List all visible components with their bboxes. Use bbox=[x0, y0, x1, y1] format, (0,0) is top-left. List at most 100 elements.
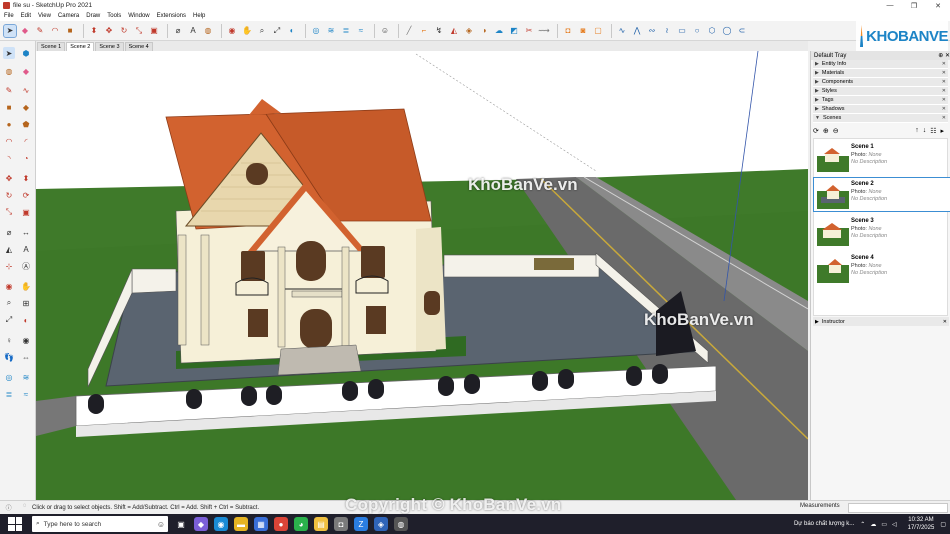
file-explorer-icon[interactable]: ▬ bbox=[234, 517, 248, 531]
zalo-icon[interactable]: ◕ bbox=[294, 517, 308, 531]
zoom-tool-icon[interactable]: ⌕ bbox=[256, 25, 268, 37]
tape-measure-tool-icon[interactable]: ⌀ bbox=[3, 226, 15, 238]
scale-tool-icon[interactable]: ⤡ bbox=[133, 25, 145, 37]
pan-tool-icon[interactable]: ✋ bbox=[20, 280, 32, 292]
menu-view[interactable]: View bbox=[38, 13, 51, 19]
tray-section-shadows[interactable]: ▶ Shadows ✕ bbox=[813, 105, 948, 114]
zoom-extents-tool-icon[interactable]: ⤢ bbox=[3, 314, 15, 326]
position-camera-tool-icon[interactable]: ♀ bbox=[3, 334, 15, 346]
menu-window[interactable]: Window bbox=[128, 13, 149, 19]
extension-warehouse-icon[interactable]: ≋ bbox=[325, 25, 337, 37]
polygon-tool-icon[interactable]: ⬟ bbox=[20, 118, 32, 130]
orbit-tool-icon[interactable]: ◉ bbox=[3, 280, 15, 292]
3d-text-tool-icon[interactable]: Ⓐ bbox=[20, 260, 32, 272]
three-point-arc-tool-icon[interactable]: ◝ bbox=[3, 152, 15, 164]
app-icon[interactable]: ◘ bbox=[334, 517, 348, 531]
protractor-tool-icon[interactable]: ◭ bbox=[3, 243, 15, 255]
rectangle-curve-icon[interactable]: ▭ bbox=[676, 25, 688, 37]
zoom-extents-tool-icon[interactable]: ⤢ bbox=[271, 25, 283, 37]
circle-curve-icon[interactable]: ○ bbox=[691, 25, 703, 37]
tray-section-components[interactable]: ▶ Components ✕ bbox=[813, 78, 948, 87]
tray-overflow-icon[interactable]: ⌃ bbox=[860, 521, 865, 528]
shape-tool-icon[interactable]: ■ bbox=[64, 25, 76, 37]
warehouse-icon[interactable]: ◎ bbox=[310, 25, 322, 37]
intersect-icon[interactable]: ✂ bbox=[523, 25, 535, 37]
eraser-tool-icon[interactable]: ◆ bbox=[19, 25, 31, 37]
back-edges-icon[interactable]: ◙ bbox=[577, 25, 589, 37]
account-icon[interactable]: ☺ bbox=[379, 25, 391, 37]
pan-tool-icon[interactable]: ✋ bbox=[241, 25, 253, 37]
windows-start-icon[interactable] bbox=[8, 517, 22, 531]
copilot-icon[interactable]: ◆ bbox=[194, 517, 208, 531]
geo-location-icon[interactable]: ◌ bbox=[23, 503, 27, 512]
two-point-arc-tool-icon[interactable]: ◜ bbox=[20, 135, 32, 147]
edge-browser-icon[interactable]: ◉ bbox=[214, 517, 228, 531]
maximize-button[interactable]: ❐ bbox=[902, 0, 926, 11]
ellipse-curve-icon[interactable]: ◯ bbox=[721, 25, 733, 37]
component-tool-icon[interactable]: ⬢ bbox=[20, 47, 32, 59]
show-details-icon[interactable]: ▸ bbox=[940, 127, 944, 135]
move-scene-up-icon[interactable]: ↑ bbox=[915, 127, 919, 134]
notification-icon[interactable]: ▢ bbox=[940, 521, 946, 528]
arc-tool-icon[interactable]: ◠ bbox=[3, 135, 15, 147]
select-tool-icon[interactable]: ➤ bbox=[3, 47, 15, 59]
styles-icon[interactable]: ◩ bbox=[508, 25, 520, 37]
misc-app-icon[interactable]: ◍ bbox=[394, 517, 408, 531]
rotated-rect-tool-icon[interactable]: ◆ bbox=[20, 101, 32, 113]
share-model-tool-icon[interactable]: ≈ bbox=[20, 388, 32, 400]
folder-icon[interactable]: ▤ bbox=[314, 517, 328, 531]
add-scene-icon[interactable]: ⊕ bbox=[823, 127, 829, 135]
cloud-icon[interactable]: ☁ bbox=[870, 521, 876, 528]
close-icon[interactable]: ✕ bbox=[942, 115, 946, 121]
task-view-icon[interactable]: ▣ bbox=[174, 517, 188, 531]
sandbox-icon[interactable]: ◭ bbox=[448, 25, 460, 37]
axes-tool-icon[interactable]: ⊹ bbox=[3, 260, 15, 272]
warehouse-tool-icon[interactable]: ◎ bbox=[3, 371, 15, 383]
tray-section-styles[interactable]: ▶ Styles ✕ bbox=[813, 87, 948, 96]
tray-section-instructor[interactable]: ▶ Instructor ✕ bbox=[813, 317, 949, 326]
fog-icon[interactable]: ☁ bbox=[493, 25, 505, 37]
3d-warehouse-share-icon[interactable]: ≈ bbox=[355, 25, 367, 37]
freehand-tool-icon[interactable]: ∿ bbox=[20, 84, 32, 96]
menu-file[interactable]: File bbox=[4, 13, 14, 19]
look-around-tool-icon[interactable]: ◉ bbox=[20, 334, 32, 346]
follow-me-tool-icon[interactable]: ⟳ bbox=[20, 189, 32, 201]
pie-tool-icon[interactable]: ◔ bbox=[20, 152, 32, 164]
arc-tool-icon[interactable]: ◠ bbox=[49, 25, 61, 37]
zalo-chat-icon[interactable]: Z bbox=[354, 517, 368, 531]
scale-tool-icon[interactable]: ⤡ bbox=[3, 206, 15, 218]
push-pull-tool-icon[interactable]: ⬍ bbox=[20, 172, 32, 184]
move-tool-icon[interactable]: ✥ bbox=[103, 25, 115, 37]
menu-tools[interactable]: Tools bbox=[107, 13, 121, 19]
close-icon[interactable]: ✕ bbox=[942, 97, 946, 103]
close-icon[interactable]: ✕ bbox=[942, 70, 946, 76]
volume-icon[interactable]: ◁ bbox=[892, 521, 897, 528]
close-icon[interactable]: ✕ bbox=[942, 79, 946, 85]
paint-bucket-tool-icon[interactable]: ◍ bbox=[3, 65, 15, 77]
tab-scene-4[interactable]: Scene 4 bbox=[124, 42, 153, 51]
measurements-input[interactable] bbox=[848, 503, 948, 513]
freehand-icon[interactable]: ≀ bbox=[661, 25, 673, 37]
tray-section-materials[interactable]: ▶ Materials ✕ bbox=[813, 69, 948, 78]
section-display-icon[interactable]: ⌐ bbox=[418, 25, 430, 37]
menu-draw[interactable]: Draw bbox=[86, 13, 100, 19]
menu-help[interactable]: Help bbox=[193, 13, 205, 19]
tab-scene-1[interactable]: Scene 1 bbox=[37, 42, 66, 51]
section-plane-tool-icon[interactable]: ⇔ bbox=[20, 351, 32, 363]
spline-icon[interactable]: ∾ bbox=[646, 25, 658, 37]
close-icon[interactable]: ✕ bbox=[942, 106, 946, 112]
paint-bucket-tool-icon[interactable]: ◍ bbox=[202, 25, 214, 37]
layout-icon[interactable]: ≣ bbox=[340, 25, 352, 37]
shadow-icon[interactable]: ◑ bbox=[478, 25, 490, 37]
offset-tool-icon[interactable]: ▣ bbox=[20, 206, 32, 218]
walk-tool-icon[interactable]: 👣 bbox=[3, 351, 15, 363]
text-tool-icon[interactable]: A bbox=[20, 243, 32, 255]
tab-scene-3[interactable]: Scene 3 bbox=[95, 42, 124, 51]
tray-section-tags[interactable]: ▶ Tags ✕ bbox=[813, 96, 948, 105]
layout-tool-icon[interactable]: ≣ bbox=[3, 388, 15, 400]
info-icon[interactable]: ⓘ bbox=[6, 503, 12, 512]
push-pull-tool-icon[interactable]: ⬍ bbox=[88, 25, 100, 37]
zoom-window-tool-icon[interactable]: ⊞ bbox=[20, 297, 32, 309]
list-item[interactable]: Scene 4 Photo: None No Description bbox=[814, 252, 950, 285]
dimension-tool-icon[interactable]: ↔ bbox=[20, 226, 32, 238]
